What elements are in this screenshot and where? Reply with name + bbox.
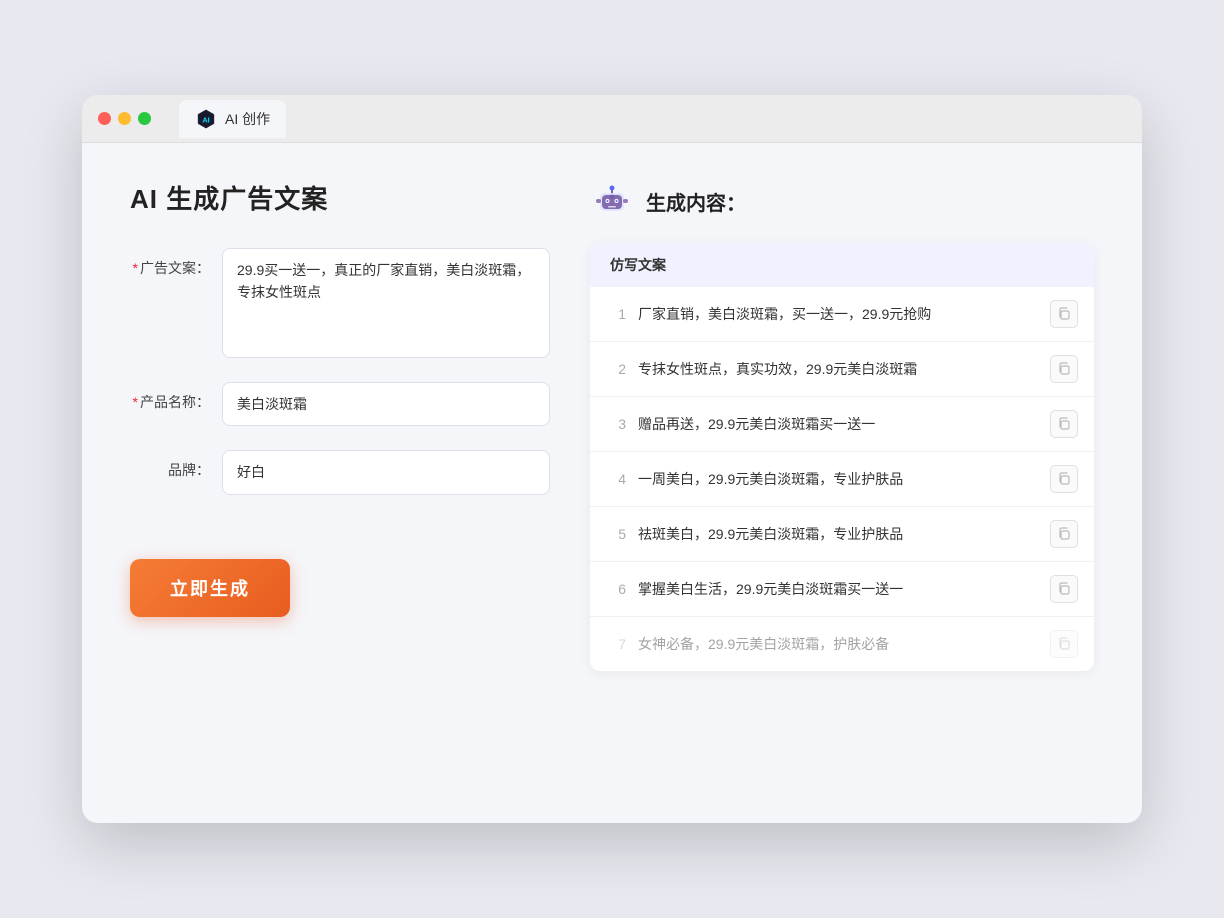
tab-label: AI 创作 [225, 109, 270, 129]
table-row: 7 女神必备，29.9元美白淡斑霜，护肤必备 [590, 617, 1094, 671]
titlebar: AI AI 创作 [82, 95, 1142, 143]
table-row: 4 一周美白，29.9元美白淡斑霜，专业护肤品 [590, 452, 1094, 507]
generate-button[interactable]: 立即生成 [130, 559, 290, 617]
ad-copy-required: * [133, 260, 138, 276]
brand-label: 品牌： [130, 450, 210, 480]
browser-window: AI AI 创作 AI 生成广告文案 *广告文案： 29.9买一送一，真正的厂家… [82, 95, 1142, 823]
result-table: 仿写文案 1 厂家直销，美白淡斑霜，买一送一，29.9元抢购 2 专抹女性斑点，真实… [590, 243, 1094, 671]
close-button[interactable] [98, 112, 111, 125]
copy-button[interactable] [1050, 355, 1078, 383]
row-number: 7 [606, 636, 626, 652]
row-text: 女神必备，29.9元美白淡斑霜，护肤必备 [638, 634, 1038, 655]
row-text: 祛斑美白，29.9元美白淡斑霜，专业护肤品 [638, 524, 1038, 545]
row-text: 厂家直销，美白淡斑霜，买一送一，29.9元抢购 [638, 304, 1038, 325]
left-panel: AI 生成广告文案 *广告文案： 29.9买一送一，真正的厂家直销，美白淡斑霜，… [130, 179, 550, 787]
row-number: 2 [606, 361, 626, 377]
row-number: 3 [606, 416, 626, 432]
traffic-lights [98, 112, 151, 125]
product-label: *产品名称： [130, 382, 210, 412]
right-panel: 生成内容： 仿写文案 1 厂家直销，美白淡斑霜，买一送一，29.9元抢购 2 专抹女… [590, 179, 1094, 787]
right-header: 生成内容： [590, 179, 1094, 223]
product-input[interactable] [222, 382, 550, 426]
robot-icon [590, 179, 634, 223]
minimize-button[interactable] [118, 112, 131, 125]
row-number: 4 [606, 471, 626, 487]
copy-button[interactable] [1050, 410, 1078, 438]
row-number: 1 [606, 306, 626, 322]
product-required: * [133, 394, 138, 410]
copy-button[interactable] [1050, 300, 1078, 328]
svg-text:AI: AI [202, 115, 209, 124]
result-rows: 1 厂家直销，美白淡斑霜，买一送一，29.9元抢购 2 专抹女性斑点，真实功效，29… [590, 287, 1094, 671]
table-row: 5 祛斑美白，29.9元美白淡斑霜，专业护肤品 [590, 507, 1094, 562]
row-text: 掌握美白生活，29.9元美白淡斑霜买一送一 [638, 579, 1038, 600]
ad-copy-textarea[interactable]: 29.9买一送一，真正的厂家直销，美白淡斑霜，专抹女性斑点 [222, 248, 550, 358]
product-group: *产品名称： [130, 382, 550, 426]
copy-button[interactable] [1050, 465, 1078, 493]
copy-button[interactable] [1050, 630, 1078, 658]
maximize-button[interactable] [138, 112, 151, 125]
ai-tab[interactable]: AI AI 创作 [179, 100, 286, 138]
table-row: 1 厂家直销，美白淡斑霜，买一送一，29.9元抢购 [590, 287, 1094, 342]
brand-input[interactable] [222, 450, 550, 494]
table-header: 仿写文案 [590, 243, 1094, 287]
brand-group: 品牌： [130, 450, 550, 494]
row-text: 赠品再送，29.9元美白淡斑霜买一送一 [638, 414, 1038, 435]
ad-copy-label: *广告文案： [130, 248, 210, 278]
ai-tab-icon: AI [195, 108, 217, 130]
page-title: AI 生成广告文案 [130, 179, 550, 216]
row-text: 一周美白，29.9元美白淡斑霜，专业护肤品 [638, 469, 1038, 490]
table-row: 2 专抹女性斑点，真实功效，29.9元美白淡斑霜 [590, 342, 1094, 397]
row-number: 6 [606, 581, 626, 597]
browser-content: AI 生成广告文案 *广告文案： 29.9买一送一，真正的厂家直销，美白淡斑霜，… [82, 143, 1142, 823]
row-text: 专抹女性斑点，真实功效，29.9元美白淡斑霜 [638, 359, 1038, 380]
table-row: 6 掌握美白生活，29.9元美白淡斑霜买一送一 [590, 562, 1094, 617]
copy-button[interactable] [1050, 520, 1078, 548]
row-number: 5 [606, 526, 626, 542]
right-panel-title: 生成内容： [646, 187, 746, 216]
ad-copy-group: *广告文案： 29.9买一送一，真正的厂家直销，美白淡斑霜，专抹女性斑点 [130, 248, 550, 358]
copy-button[interactable] [1050, 575, 1078, 603]
table-row: 3 赠品再送，29.9元美白淡斑霜买一送一 [590, 397, 1094, 452]
